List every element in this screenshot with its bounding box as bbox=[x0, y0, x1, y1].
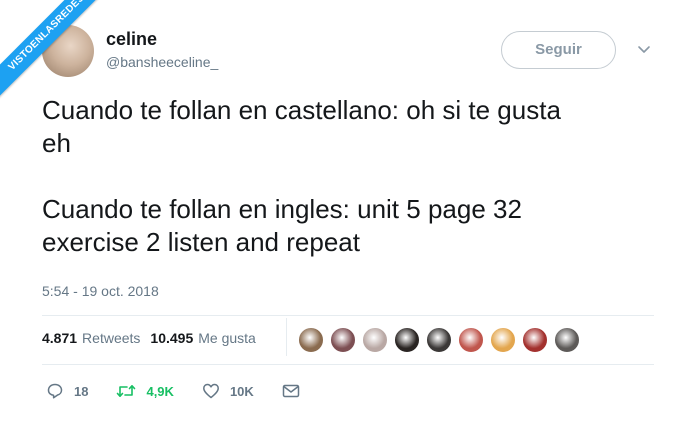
follow-button[interactable]: Seguir bbox=[501, 31, 616, 69]
user-handle[interactable]: @bansheeceline_ bbox=[106, 54, 218, 70]
tweet-line: Cuando te follan en castellano: oh si te… bbox=[42, 95, 561, 125]
like-count: 10K bbox=[229, 383, 254, 399]
like-button[interactable]: 10K bbox=[202, 382, 254, 400]
liker-avatar[interactable] bbox=[522, 327, 548, 353]
tweet-actions: 18 4,9K 10K bbox=[46, 382, 338, 400]
liker-avatar[interactable] bbox=[362, 327, 388, 353]
liker-avatar[interactable] bbox=[330, 327, 356, 353]
likes-count: 10.495 bbox=[150, 330, 194, 346]
stats-separator bbox=[286, 318, 287, 356]
heart-icon bbox=[202, 383, 219, 399]
message-button[interactable] bbox=[282, 383, 310, 399]
tweet-line: Cuando te follan en ingles: unit 5 page … bbox=[42, 194, 522, 224]
likes-stat[interactable]: 10.495 Me gusta bbox=[150, 330, 255, 346]
display-name[interactable]: celine bbox=[106, 29, 157, 50]
envelope-icon bbox=[282, 384, 300, 398]
retweet-icon bbox=[117, 385, 136, 397]
reply-icon bbox=[47, 383, 63, 399]
liker-avatar[interactable] bbox=[298, 327, 324, 353]
tweet-stats: 4.871 Retweets 10.495 Me gusta bbox=[42, 330, 266, 346]
retweets-count: 4.871 bbox=[42, 330, 78, 346]
retweet-count: 4,9K bbox=[146, 383, 174, 399]
tweet-line: eh bbox=[42, 128, 71, 158]
liker-avatar[interactable] bbox=[394, 327, 420, 353]
retweets-label: Retweets bbox=[82, 330, 141, 346]
divider bbox=[42, 315, 654, 316]
reply-button[interactable]: 18 bbox=[46, 382, 88, 400]
tweet-timestamp[interactable]: 5:54 - 19 oct. 2018 bbox=[42, 283, 159, 299]
liker-avatar[interactable] bbox=[554, 327, 580, 353]
reply-count: 18 bbox=[74, 383, 89, 399]
liker-avatars bbox=[298, 327, 586, 353]
chevron-down-icon[interactable] bbox=[636, 41, 652, 57]
liker-avatar[interactable] bbox=[426, 327, 452, 353]
liker-avatar[interactable] bbox=[490, 327, 516, 353]
tweet-line: exercise 2 listen and repeat bbox=[42, 227, 360, 257]
retweet-button[interactable]: 4,9K bbox=[116, 382, 174, 400]
divider bbox=[42, 364, 654, 365]
retweets-stat[interactable]: 4.871 Retweets bbox=[42, 330, 140, 346]
likes-label: Me gusta bbox=[198, 330, 256, 346]
tweet-text: Cuando te follan en castellano: oh si te… bbox=[42, 94, 662, 259]
liker-avatar[interactable] bbox=[458, 327, 484, 353]
